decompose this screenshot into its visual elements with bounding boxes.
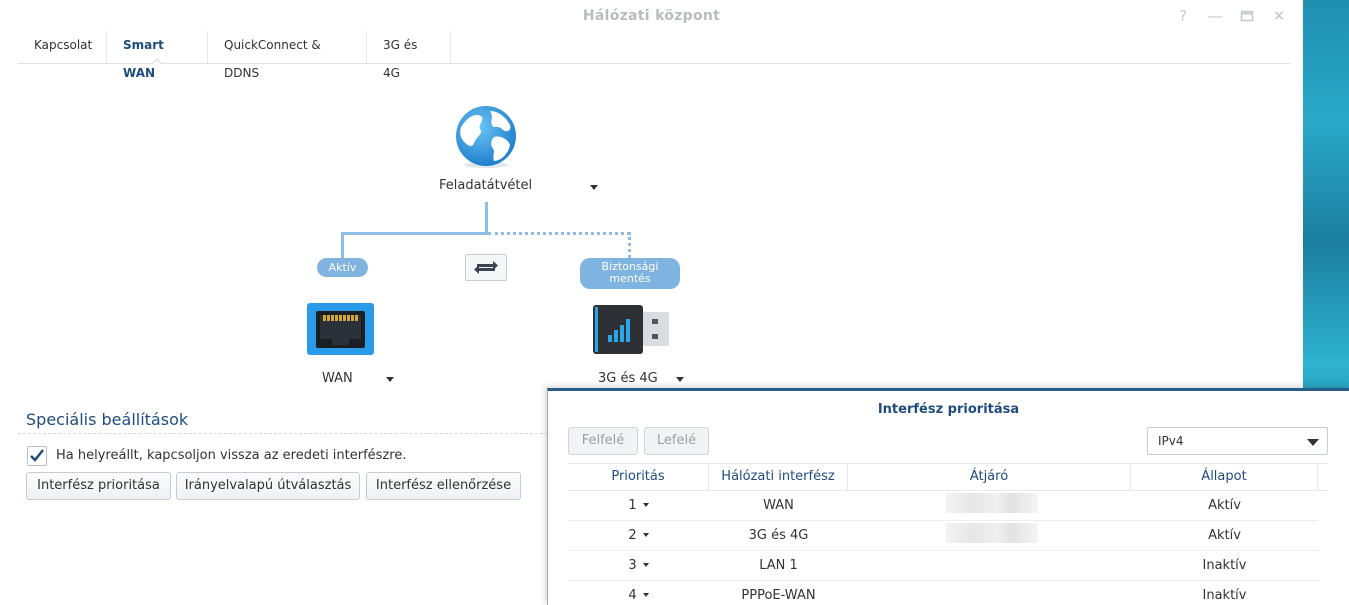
table-row[interactable]: 2 3G és 4G Aktív (568, 521, 1318, 551)
tab-bar: Kapcsolat Smart WAN QuickConnect & DDNS … (18, 31, 1291, 80)
mode-dropdown-icon[interactable] (590, 185, 598, 190)
connector-line (341, 232, 344, 258)
backup-connector-line (488, 232, 630, 235)
column-header-status[interactable]: Állapot (1131, 464, 1318, 490)
priority-table: Prioritás Hálózati interfész Átjáró Álla… (568, 463, 1328, 605)
column-header-gateway[interactable]: Átjáró (848, 464, 1131, 490)
cellular-interface-label[interactable]: 3G és 4G (598, 371, 658, 386)
tab-quickconnect-ddns[interactable]: QuickConnect & DDNS (208, 31, 367, 80)
redacted-gateway (946, 493, 1038, 513)
swap-button[interactable] (465, 254, 507, 281)
ethernet-port-icon (307, 303, 375, 356)
priority-value: 1 (628, 498, 637, 513)
interface-cell: LAN 1 (759, 558, 798, 573)
priority-dropdown-icon[interactable] (642, 533, 649, 537)
backup-connector-line (628, 232, 631, 258)
column-header-priority[interactable]: Prioritás (568, 464, 709, 490)
priority-dropdown-icon[interactable] (642, 503, 649, 507)
priority-cell[interactable]: 2 (568, 521, 709, 551)
wan-dropdown-icon[interactable] (386, 377, 394, 382)
connector-line (485, 202, 488, 235)
tab-3g-4g[interactable]: 3G és 4G (367, 31, 451, 80)
priority-cell[interactable]: 3 (568, 551, 709, 581)
ip-version-value: IPv4 (1158, 434, 1184, 448)
table-row[interactable]: 1 WAN Aktív (568, 491, 1318, 521)
interface-cell: PPPoE-WAN (741, 588, 816, 603)
failover-mode-label[interactable]: Feladatátvétel (439, 178, 532, 193)
minimize-icon[interactable]: — (1206, 7, 1224, 25)
title-bar[interactable]: Hálózati központ ? — ✕ (0, 0, 1303, 32)
backup-status-pill: Biztonsági mentés (580, 258, 680, 289)
section-title: Speciális beállítások (26, 410, 189, 429)
interface-cell: WAN (763, 498, 794, 513)
table-row[interactable]: 4 PPPoE-WAN Inaktív (568, 581, 1318, 605)
tab-smart-wan[interactable]: Smart WAN (107, 31, 208, 80)
redacted-gateway (946, 523, 1038, 543)
help-icon[interactable]: ? (1174, 7, 1192, 25)
priority-value: 3 (628, 558, 637, 573)
priority-value: 2 (628, 528, 637, 543)
status-cell: Inaktív (1202, 588, 1247, 603)
priority-value: 4 (628, 588, 637, 603)
interface-priority-dialog: Interfész prioritása Felfelé Lefelé IPv4… (547, 388, 1349, 605)
ip-version-select[interactable]: IPv4 (1147, 427, 1328, 455)
status-cell: Aktív (1208, 498, 1241, 513)
chevron-down-icon (1307, 439, 1319, 446)
move-up-button[interactable]: Felfelé (568, 427, 638, 455)
priority-dropdown-icon[interactable] (642, 593, 649, 597)
tab-kapcsolat[interactable]: Kapcsolat (18, 31, 107, 63)
window-title: Hálózati központ (582, 8, 721, 24)
swap-arrows-icon (474, 261, 498, 274)
gateway-cell (848, 581, 1131, 605)
maximize-icon[interactable] (1238, 7, 1256, 25)
revert-checkbox[interactable] (27, 446, 47, 466)
status-cell: Inaktív (1202, 558, 1247, 573)
connector-line (341, 232, 487, 235)
priority-dropdown-icon[interactable] (642, 563, 649, 567)
policy-routing-button[interactable]: Irányelvalapú útválasztás (176, 472, 360, 500)
active-status-pill: Aktív (317, 258, 368, 277)
cellular-dropdown-icon[interactable] (676, 377, 684, 382)
gateway-cell (848, 521, 1131, 551)
wan-interface-label[interactable]: WAN (322, 371, 353, 386)
gateway-cell (848, 491, 1131, 521)
globe-icon (454, 105, 518, 169)
close-icon[interactable]: ✕ (1270, 7, 1288, 25)
gateway-cell (848, 551, 1131, 581)
priority-cell[interactable]: 1 (568, 491, 709, 521)
move-down-button[interactable]: Lefelé (644, 427, 709, 455)
column-header-interface[interactable]: Hálózati interfész (709, 464, 848, 490)
priority-cell[interactable]: 4 (568, 581, 709, 605)
checkmark-icon (30, 449, 44, 462)
interface-check-button[interactable]: Interfész ellenőrzése (366, 472, 521, 500)
status-cell: Aktív (1208, 528, 1241, 543)
dialog-title: Interfész prioritása (877, 402, 1020, 417)
interface-priority-button[interactable]: Interfész prioritása (26, 472, 171, 500)
table-header: Prioritás Hálózati interfész Átjáró Álla… (568, 463, 1328, 491)
section-divider (18, 433, 548, 434)
table-row[interactable]: 3 LAN 1 Inaktív (568, 551, 1318, 581)
interface-cell: 3G és 4G (748, 528, 809, 543)
revert-checkbox-label[interactable]: Ha helyreállt, kapcsoljon vissza az ered… (56, 448, 406, 463)
usb-modem-icon (591, 303, 671, 356)
